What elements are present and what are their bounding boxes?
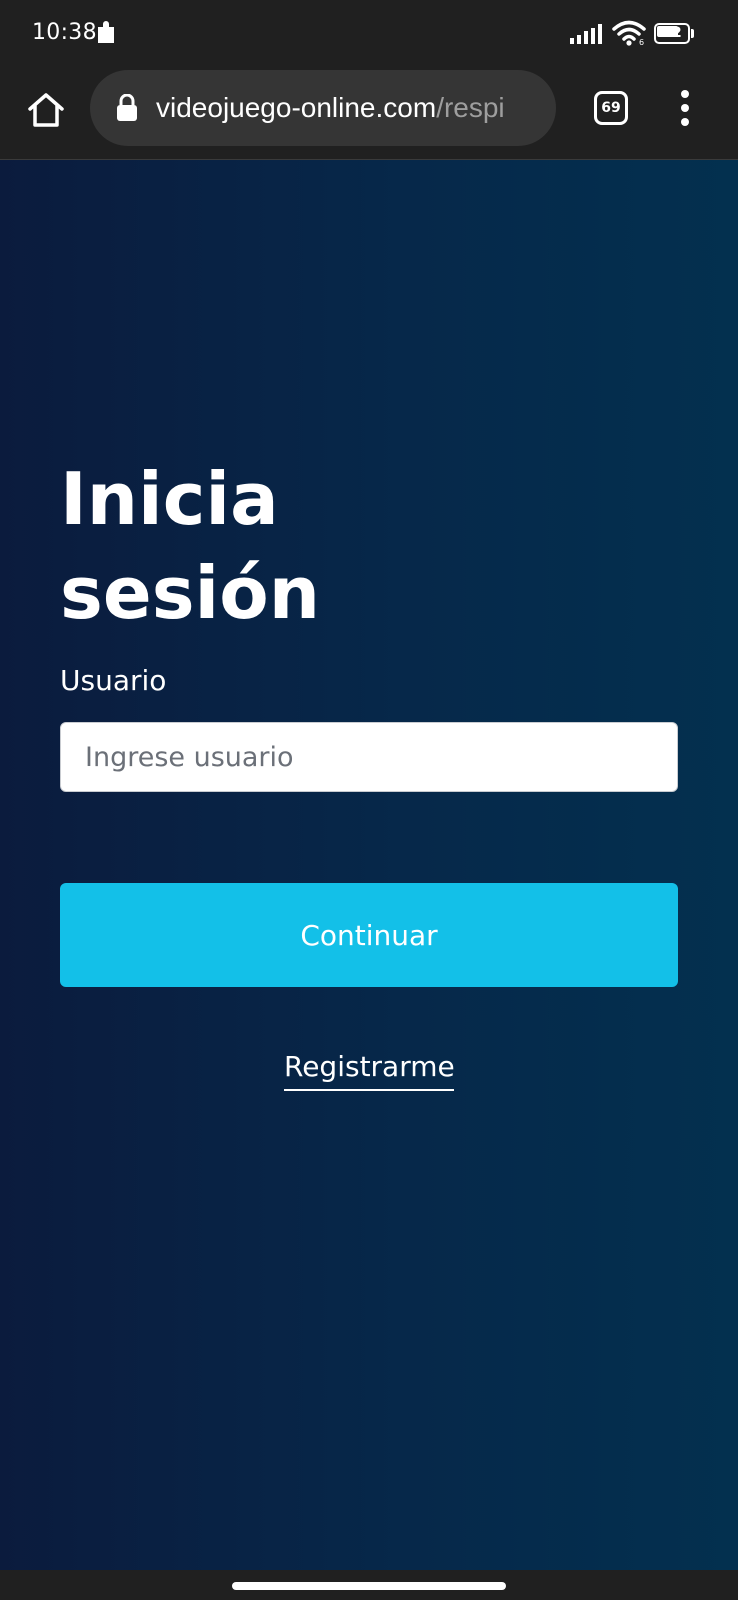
url-text: videojuego-online.com/respi (156, 92, 552, 124)
title-line-2: sesión (60, 551, 320, 635)
tab-count: 69 (601, 100, 621, 116)
home-icon (28, 93, 64, 127)
page-title: Inicia sesión (60, 452, 460, 640)
svg-text:6: 6 (639, 38, 644, 46)
address-bar[interactable]: videojuego-online.com/respi (90, 70, 556, 146)
wifi-icon: 6 (612, 20, 646, 51)
username-input[interactable] (60, 722, 678, 792)
system-nav-bar (0, 1570, 738, 1600)
title-line-1: Inicia (60, 457, 279, 541)
browser-toolbar: videojuego-online.com/respi 69 (0, 66, 738, 160)
url-domain: videojuego-online.com (156, 92, 437, 123)
home-button[interactable] (24, 88, 68, 132)
signal-icon (570, 24, 602, 49)
battery-icon: 72 (654, 23, 694, 44)
home-indicator[interactable] (232, 1582, 506, 1590)
notification-icon (96, 21, 116, 50)
battery-level: 72 (662, 25, 682, 41)
login-page: Inicia sesión Usuario Continuar Registra… (0, 160, 738, 1570)
status-time: 10:38 (32, 20, 97, 45)
continue-button[interactable]: Continuar (60, 883, 678, 987)
url-path: /respi (436, 92, 505, 123)
overflow-menu-icon[interactable] (670, 88, 700, 128)
register-link[interactable]: Registrarme (284, 1050, 455, 1091)
lock-icon (116, 93, 138, 127)
username-label: Usuario (60, 664, 167, 697)
status-bar: 10:38 6 72 (0, 0, 738, 66)
tabs-button[interactable]: 69 (594, 91, 628, 125)
